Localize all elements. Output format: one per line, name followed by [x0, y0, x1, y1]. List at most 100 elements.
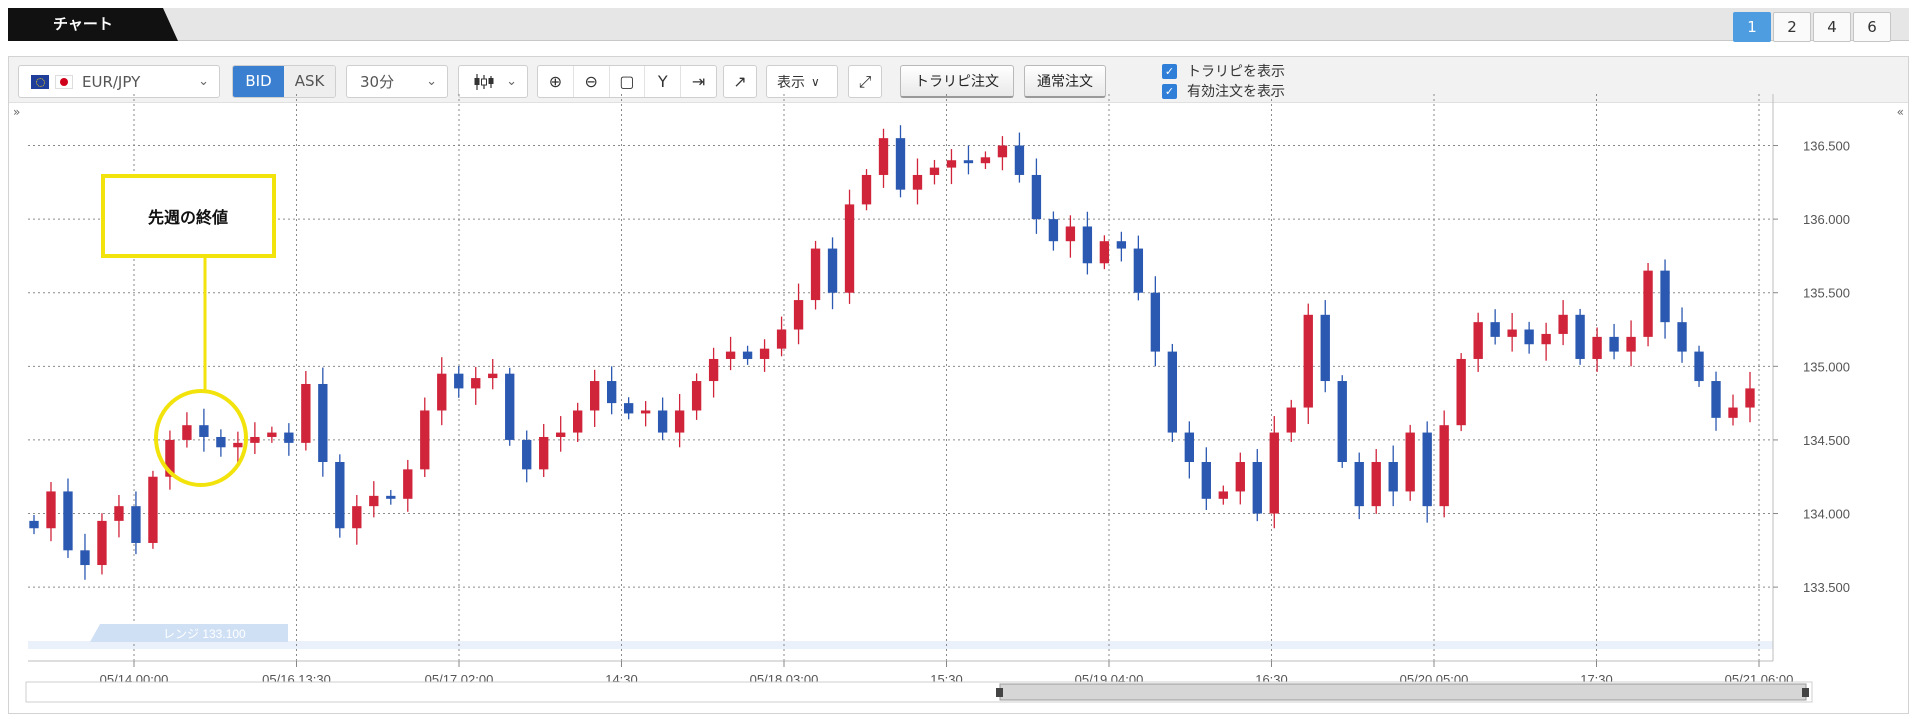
candle: [1609, 323, 1619, 360]
candle: [1303, 303, 1313, 425]
candle: [1167, 343, 1178, 442]
candle-body: [759, 348, 770, 359]
candle-body: [623, 403, 634, 414]
candle-body: [454, 373, 464, 389]
candle: [1626, 320, 1636, 367]
candle: [420, 397, 430, 478]
candle-body: [606, 381, 617, 404]
candle-body: [1388, 462, 1398, 492]
candle: [606, 366, 617, 415]
candle: [301, 371, 311, 451]
candle: [29, 514, 39, 535]
layout-1-button[interactable]: 1: [1733, 12, 1771, 42]
candle-body: [1609, 336, 1619, 352]
candle: [318, 367, 328, 477]
range-label: レンジ 133.100: [163, 627, 246, 641]
candle: [1677, 307, 1687, 363]
candle: [623, 397, 634, 420]
candle: [369, 481, 379, 518]
candle: [590, 369, 600, 427]
candle: [1252, 449, 1262, 522]
candle: [674, 393, 685, 448]
candle: [980, 151, 991, 170]
candle-body: [929, 167, 940, 175]
candle: [691, 373, 702, 420]
candle-body: [1422, 432, 1432, 507]
candle-body: [590, 381, 600, 411]
candle: [1524, 321, 1534, 354]
candle: [471, 366, 481, 405]
candle: [1728, 394, 1738, 426]
candle: [759, 339, 770, 372]
price-chart[interactable]: 136.500 136.000 135.500 135.000 134.500 134.0…: [8, 56, 1909, 714]
tab-chart[interactable]: チャート: [8, 8, 178, 41]
candle-body: [1439, 425, 1449, 507]
candle-body: [1490, 322, 1500, 337]
candle-body: [284, 432, 294, 443]
candle-body: [725, 351, 736, 359]
candle: [1133, 235, 1144, 301]
candle-body: [505, 373, 515, 440]
candle-body: [318, 383, 328, 462]
candle: [946, 149, 957, 185]
candle: [1473, 312, 1483, 372]
candle: [114, 494, 124, 538]
candle: [861, 169, 872, 211]
candle: [1388, 445, 1398, 507]
candle-body: [1116, 241, 1127, 249]
candle: [878, 128, 889, 188]
candles: [29, 125, 1755, 580]
navigator-left-handle[interactable]: [996, 688, 1003, 697]
candle-body: [148, 476, 158, 543]
candle: [505, 367, 515, 446]
candle-body: [1082, 226, 1093, 264]
candle: [1082, 211, 1093, 275]
candle: [1014, 132, 1025, 183]
candle: [1456, 353, 1466, 432]
candle-body: [539, 436, 549, 470]
candle: [929, 159, 940, 185]
candle-body: [844, 204, 855, 293]
candle-body: [827, 248, 838, 293]
candle-body: [386, 495, 396, 499]
navigator-window[interactable]: [999, 683, 1807, 701]
candle-body: [640, 410, 651, 414]
navigator-right-handle[interactable]: [1802, 688, 1809, 697]
candle-body: [674, 410, 685, 433]
candle-body: [233, 442, 243, 448]
candle-body: [1592, 336, 1602, 359]
candle: [1490, 309, 1500, 345]
candle: [1065, 215, 1076, 258]
candle-body: [1507, 329, 1517, 337]
candle-body: [1133, 248, 1144, 293]
candle: [1694, 345, 1704, 387]
candle-body: [80, 550, 90, 566]
candle-body: [1218, 491, 1228, 499]
layout-2-button[interactable]: 2: [1773, 12, 1811, 42]
candle-body: [1252, 462, 1262, 514]
layout-6-button[interactable]: 6: [1853, 12, 1891, 42]
candle-body: [97, 520, 107, 566]
candle-body: [691, 381, 702, 411]
candle-body: [46, 491, 56, 529]
candle-body: [250, 436, 260, 443]
candle: [1184, 421, 1194, 479]
candle-body: [63, 491, 73, 551]
candle-body: [1524, 329, 1534, 345]
candle-body: [29, 520, 39, 529]
candle: [488, 358, 498, 390]
candle: [199, 408, 209, 452]
candle-body: [861, 174, 872, 205]
candle: [1507, 313, 1517, 352]
candle-body: [216, 436, 226, 448]
candle: [1660, 259, 1670, 339]
candle-body: [403, 469, 413, 499]
candle: [1269, 416, 1279, 529]
layout-4-button[interactable]: 4: [1813, 12, 1851, 42]
candle: [725, 336, 736, 371]
candle: [437, 357, 447, 426]
candle-body: [1235, 462, 1245, 492]
candle: [1099, 235, 1110, 270]
candle: [335, 454, 345, 538]
candle-body: [1558, 314, 1568, 334]
